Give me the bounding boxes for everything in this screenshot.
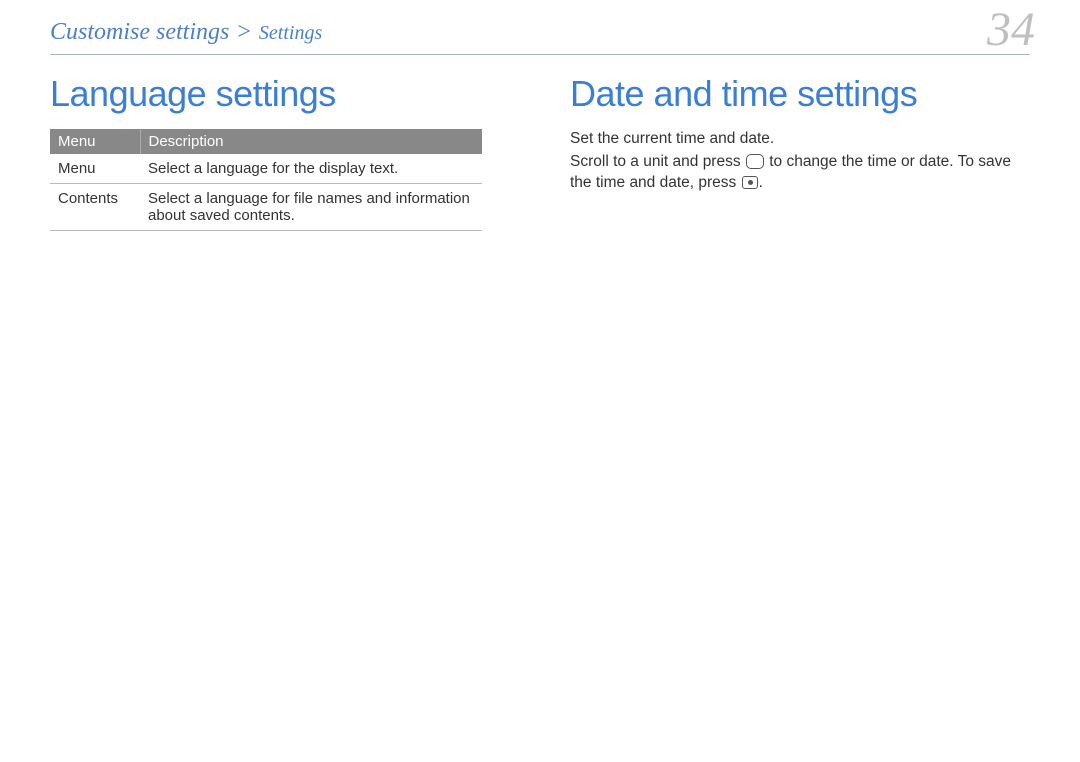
- table-row: Contents Select a language for file name…: [50, 184, 482, 231]
- language-settings-table: Menu Description Menu Select a language …: [50, 129, 482, 231]
- page-number: 34: [987, 2, 1035, 57]
- date-time-para2: Scroll to a unit and press to change the…: [570, 152, 1030, 194]
- table-cell-desc: Select a language for the display text.: [140, 154, 482, 184]
- nav-button-icon: [746, 154, 764, 169]
- date-time-settings-title: Date and time settings: [570, 73, 1030, 115]
- language-settings-title: Language settings: [50, 73, 510, 115]
- breadcrumb-main: Customise settings: [50, 19, 229, 45]
- table-cell-menu: Contents: [50, 184, 140, 231]
- breadcrumb-sub: Settings: [259, 22, 322, 44]
- table-cell-menu: Menu: [50, 154, 140, 184]
- table-cell-desc: Select a language for file names and inf…: [140, 184, 482, 231]
- ok-button-icon: [742, 176, 758, 189]
- date-time-body: Set the current time and date. Scroll to…: [570, 129, 1030, 194]
- table-header-description: Description: [140, 129, 482, 154]
- breadcrumb: Customise settings > Settings: [50, 19, 322, 46]
- date-time-para1: Set the current time and date.: [570, 129, 1030, 150]
- breadcrumb-separator: >: [237, 19, 251, 45]
- table-header-menu: Menu: [50, 129, 140, 154]
- table-row: Menu Select a language for the display t…: [50, 154, 482, 184]
